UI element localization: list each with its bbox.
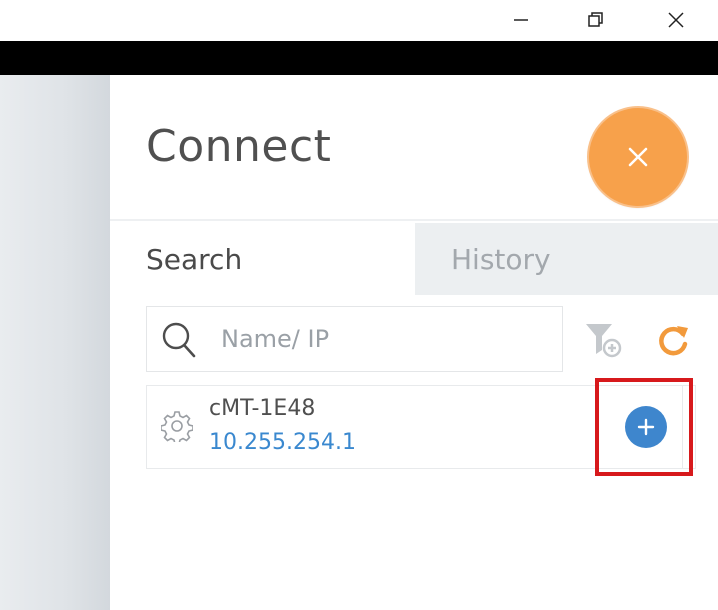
tab-history-label: History: [451, 242, 551, 276]
search-box: [146, 306, 563, 372]
panel-close-button[interactable]: [589, 108, 687, 206]
highlight-annotation: [595, 378, 693, 476]
title-divider: [110, 219, 718, 221]
gear-icon: [161, 411, 193, 442]
close-icon: [668, 12, 684, 28]
refresh-button[interactable]: [653, 320, 693, 360]
filter-add-icon: [586, 324, 622, 358]
restore-icon: [588, 12, 603, 27]
tab-search-label: Search: [146, 242, 243, 276]
minimize-icon: [514, 19, 528, 21]
minimize-button[interactable]: [498, 0, 544, 40]
tab-search[interactable]: Search: [110, 223, 415, 295]
search-input[interactable]: [221, 317, 551, 361]
panel-title: Connect: [146, 121, 332, 172]
window-titlebar: [0, 0, 718, 41]
device-ip: 10.255.254.1: [209, 430, 356, 455]
refresh-icon: [659, 326, 688, 356]
device-name: cMT-1E48: [209, 396, 316, 421]
restore-button[interactable]: [573, 0, 619, 40]
window-close-button[interactable]: [653, 0, 699, 40]
close-icon: [628, 147, 648, 167]
search-icon: [162, 322, 196, 358]
tab-history[interactable]: History: [415, 223, 718, 295]
header-bar: [0, 41, 718, 75]
filter-add-button[interactable]: [582, 320, 626, 360]
left-sidebar-strip: [0, 75, 110, 610]
